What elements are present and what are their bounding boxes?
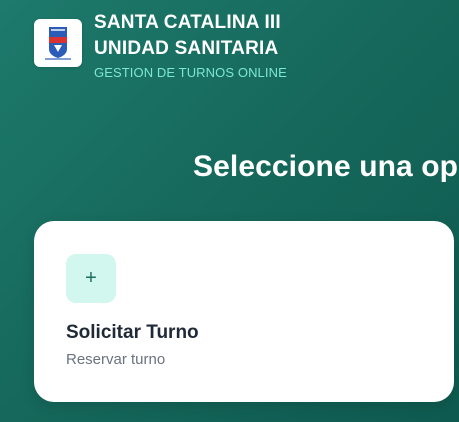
app-title-line2: UNIDAD SANITARIA (94, 38, 279, 59)
card-subtitle: Reservar turno (66, 351, 166, 368)
app-header: SANTA CATALINA III UNIDAD SANITARIA GEST… (34, 10, 287, 82)
app-subtitle: GESTION DE TURNOS ONLINE (94, 65, 287, 80)
plus-icon: + (66, 254, 116, 303)
logo (34, 19, 82, 67)
municipal-shield-logo-icon (45, 27, 71, 60)
app-title-line1: SANTA CATALINA III (94, 12, 281, 33)
solicitar-turno-card[interactable]: + Solicitar Turno Reservar turno (34, 221, 454, 402)
card-title: Solicitar Turno (66, 322, 199, 343)
page-heading: Seleccione una op (193, 150, 459, 183)
